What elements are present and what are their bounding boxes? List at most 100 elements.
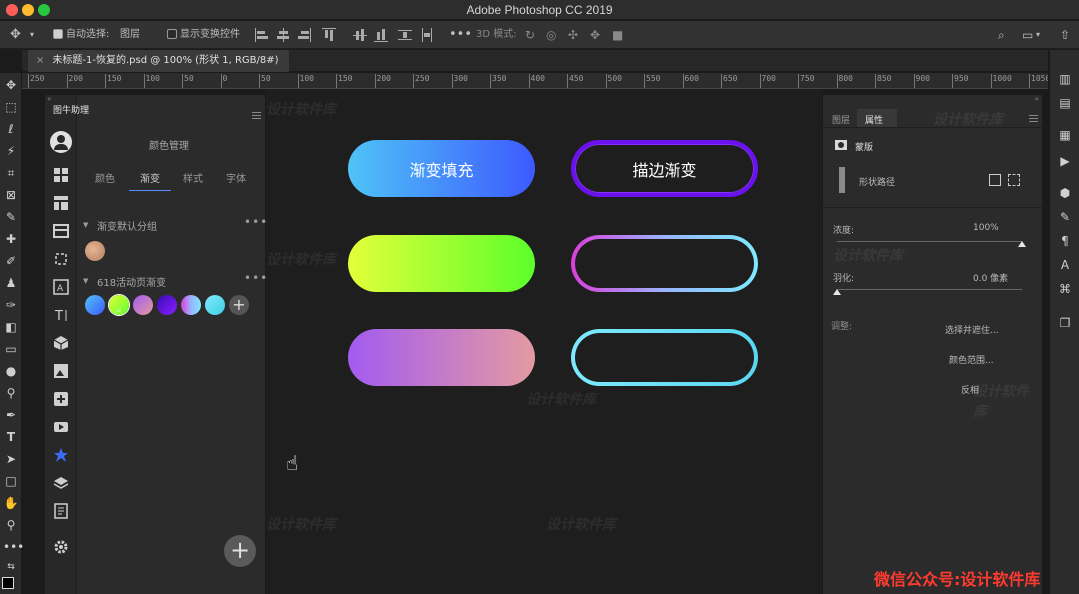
tab-layers[interactable]: 图层 [832,113,850,126]
collapse-panel-icon[interactable]: » [1035,95,1039,103]
lime-gradient-pill[interactable] [348,235,535,292]
group-collapse-icon[interactable]: ▼ [83,221,88,229]
collapse-panel-icon[interactable]: « [47,95,51,103]
search-icon[interactable]: ⌕ [998,27,1005,43]
group-collapse-icon[interactable]: ▼ [83,277,88,285]
3d-pan-icon[interactable]: ✣ [568,27,578,43]
gradient-swatch[interactable] [157,295,177,315]
crop-tool-icon[interactable]: ⌗ [3,165,19,181]
document-icon[interactable] [53,503,69,519]
move-tool-icon[interactable]: ✥ [3,77,19,93]
color-icon[interactable]: ⬢ [1058,186,1072,200]
auto-select-dropdown[interactable]: 图层 [120,27,140,43]
align-right-icon[interactable] [297,28,311,42]
layers-icon[interactable] [53,475,69,491]
more-options-icon[interactable]: ••• [449,27,472,43]
gradient-swatch[interactable] [85,241,105,261]
eyedropper-tool-icon[interactable]: ✎ [3,209,19,225]
blur-tool-icon[interactable]: ● [3,363,19,379]
add-item-fab-button[interactable]: + [224,535,256,567]
auto-select-checkbox[interactable] [53,29,63,39]
color-range-button[interactable]: 颜色范围... [949,353,994,366]
select-and-mask-button[interactable]: 选择并遮住... [945,323,999,336]
subtab-font[interactable]: 字体 [226,170,246,185]
crop-frame-icon[interactable] [53,251,69,267]
avatar[interactable] [50,131,72,153]
add-vector-mask-icon[interactable] [989,174,1001,186]
history-brush-tool-icon[interactable]: ✑ [3,297,19,313]
rectangle-tool-icon[interactable]: □ [3,473,19,489]
hand-tool-icon[interactable]: ✋ [3,495,19,511]
3d-orbit-icon[interactable]: ↻ [525,27,535,43]
path-selection-tool-icon[interactable]: ➤ [3,451,19,467]
gradient-group-default[interactable]: 渐变默认分组 [97,218,157,233]
align-bottom-icon[interactable] [374,28,388,42]
add-gradient-button[interactable]: + [229,295,249,315]
3d-roll-icon[interactable]: ◎ [546,27,556,43]
add-box-icon[interactable] [53,391,69,407]
text-tool-icon[interactable]: T [53,307,69,324]
frame-tool-icon[interactable]: ⊠ [3,187,19,203]
share-icon[interactable]: ⇧ [1060,27,1070,43]
image-edit-icon[interactable] [53,363,69,379]
magenta-cyan-stroke-pill[interactable] [571,235,758,292]
history-icon[interactable]: ▥ [1058,72,1072,86]
density-value[interactable]: 100% [973,223,999,233]
align-top-icon[interactable] [322,28,336,42]
table-icon[interactable] [53,223,69,239]
brush-tool-icon[interactable]: ✐ [3,253,19,269]
move-tool-icon[interactable]: ✥ [10,27,21,43]
layers-panel-icon[interactable]: ❐ [1058,316,1072,330]
swap-colors-icon[interactable]: ⇆ [3,559,19,575]
tool-preset-chevron-icon[interactable]: ▾ [30,27,34,43]
gradient-swatch[interactable] [133,295,153,315]
edit-toolbar-icon[interactable]: ••• [3,539,24,555]
3d-scale-icon[interactable]: ■ [612,27,623,43]
type-tool-icon[interactable]: T [3,429,19,445]
align-middle-v-icon[interactable] [353,28,367,42]
subtab-style[interactable]: 样式 [183,170,203,185]
density-slider-thumb[interactable] [1018,241,1026,247]
feather-slider-thumb[interactable] [833,289,841,295]
tab-properties[interactable]: 属性 [865,113,883,126]
pen-tool-icon[interactable]: ✒ [3,407,19,423]
dodge-tool-icon[interactable]: ⚲ [3,385,19,401]
text-image-icon[interactable]: A [53,279,69,295]
workspace-chevron-icon[interactable]: ▾ [1036,27,1040,43]
group-more-icon[interactable]: ••• [244,271,268,285]
document-tab[interactable]: × 未标题-1-恢复的.psd @ 100% (形状 1, RGB/8#) [28,50,289,72]
plugin-tab[interactable]: 图牛助理 [45,103,89,119]
document-canvas[interactable]: 渐变填充 描边渐变 ☝ 设计软件库 设计软件库 设计软件库 设计软件库 设计软件… [266,89,822,594]
density-slider-track[interactable] [837,241,1022,242]
gradient-tool-icon[interactable]: ▭ [3,341,19,357]
gradient-fill-button[interactable]: 渐变填充 [348,140,535,197]
character-icon[interactable]: A [1058,258,1072,272]
panel-menu-icon[interactable] [1029,115,1038,122]
marquee-tool-icon[interactable]: ⬚ [3,99,19,115]
play-actions-icon[interactable]: ▶ [1058,154,1072,168]
subtab-color[interactable]: 颜色 [95,170,115,185]
panel-menu-icon[interactable] [252,112,261,119]
gradient-stroke-button[interactable]: 描边渐变 [571,140,758,197]
3d-slide-icon[interactable]: ✥ [590,27,600,43]
paragraph-icon[interactable]: ¶ [1058,234,1072,248]
star-icon[interactable] [53,447,69,463]
feather-value[interactable]: 0.0 像素 [973,271,1008,284]
violet-pink-gradient-pill[interactable] [348,329,535,386]
distribute-h-icon[interactable] [420,28,434,42]
align-center-h-icon[interactable] [276,28,290,42]
foreground-color-swatch[interactable] [2,577,14,589]
eraser-tool-icon[interactable]: ◧ [3,319,19,335]
gradient-swatch[interactable] [85,295,105,315]
gradient-swatch[interactable] [181,295,201,315]
clone-stamp-tool-icon[interactable]: ♟ [3,275,19,291]
gradient-swatch[interactable] [205,295,225,315]
swatches-icon[interactable]: ▦ [1058,128,1072,142]
subtab-gradient[interactable]: 渐变 [140,170,160,185]
show-transform-checkbox[interactable] [167,29,177,39]
workspace-icon[interactable]: ▭ [1022,27,1033,43]
cyan-stroke-pill[interactable] [571,329,758,386]
settings-gear-icon[interactable] [53,539,69,555]
document-icon[interactable]: ▤ [1058,96,1072,110]
healing-brush-tool-icon[interactable]: ✚ [3,231,19,247]
